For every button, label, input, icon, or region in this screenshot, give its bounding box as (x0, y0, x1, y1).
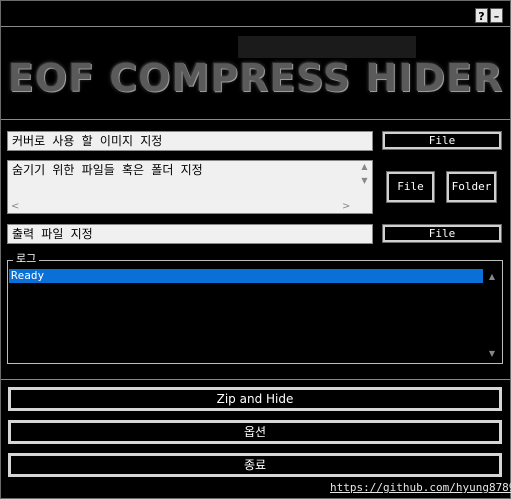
scroll-up-icon[interactable]: ▲ (358, 162, 371, 172)
log-list[interactable]: Ready ▲ ▼ (9, 268, 500, 361)
divider (1, 379, 510, 380)
scroll-down-icon[interactable]: ▼ (358, 176, 371, 186)
output-file-button[interactable]: File (382, 224, 502, 243)
cover-file-button[interactable]: File (382, 131, 502, 150)
output-file-input[interactable]: 출력 파일 지정 (7, 224, 373, 244)
zip-and-hide-button[interactable]: Zip and Hide (8, 387, 502, 411)
cover-image-input[interactable]: 커버로 사용 할 이미지 지정 (7, 131, 373, 151)
log-vscroll[interactable]: ▲ ▼ (484, 268, 500, 361)
github-link[interactable]: https://github.com/hyung8789 (330, 480, 511, 496)
log-scroll-up-icon[interactable]: ▲ (484, 272, 500, 282)
banner: EOF COMPRESS HIDER (1, 28, 510, 120)
exit-button[interactable]: 종료 (8, 453, 502, 477)
hide-files-placeholder: 숨기기 위한 파일들 혹은 폴더 지정 (12, 163, 203, 177)
log-scroll-down-icon[interactable]: ▼ (484, 349, 500, 359)
minimize-button[interactable]: – (490, 8, 503, 23)
title-bar: ? – (1, 1, 510, 27)
options-button[interactable]: 옵션 (8, 420, 502, 444)
hide-folder-button[interactable]: Folder (446, 171, 497, 203)
hide-files-vscroll[interactable]: ▲ ▼ (358, 162, 371, 196)
scroll-right-icon[interactable]: > (342, 202, 350, 212)
log-entry[interactable]: Ready (9, 269, 483, 283)
hide-files-input[interactable]: 숨기기 위한 파일들 혹은 폴더 지정 ▲ ▼ < > (7, 160, 373, 214)
hide-file-button[interactable]: File (386, 171, 435, 203)
log-label: 로그 (13, 252, 40, 266)
banner-title: EOF COMPRESS HIDER (7, 56, 504, 100)
scroll-left-icon[interactable]: < (11, 202, 19, 212)
help-button[interactable]: ? (475, 8, 488, 23)
